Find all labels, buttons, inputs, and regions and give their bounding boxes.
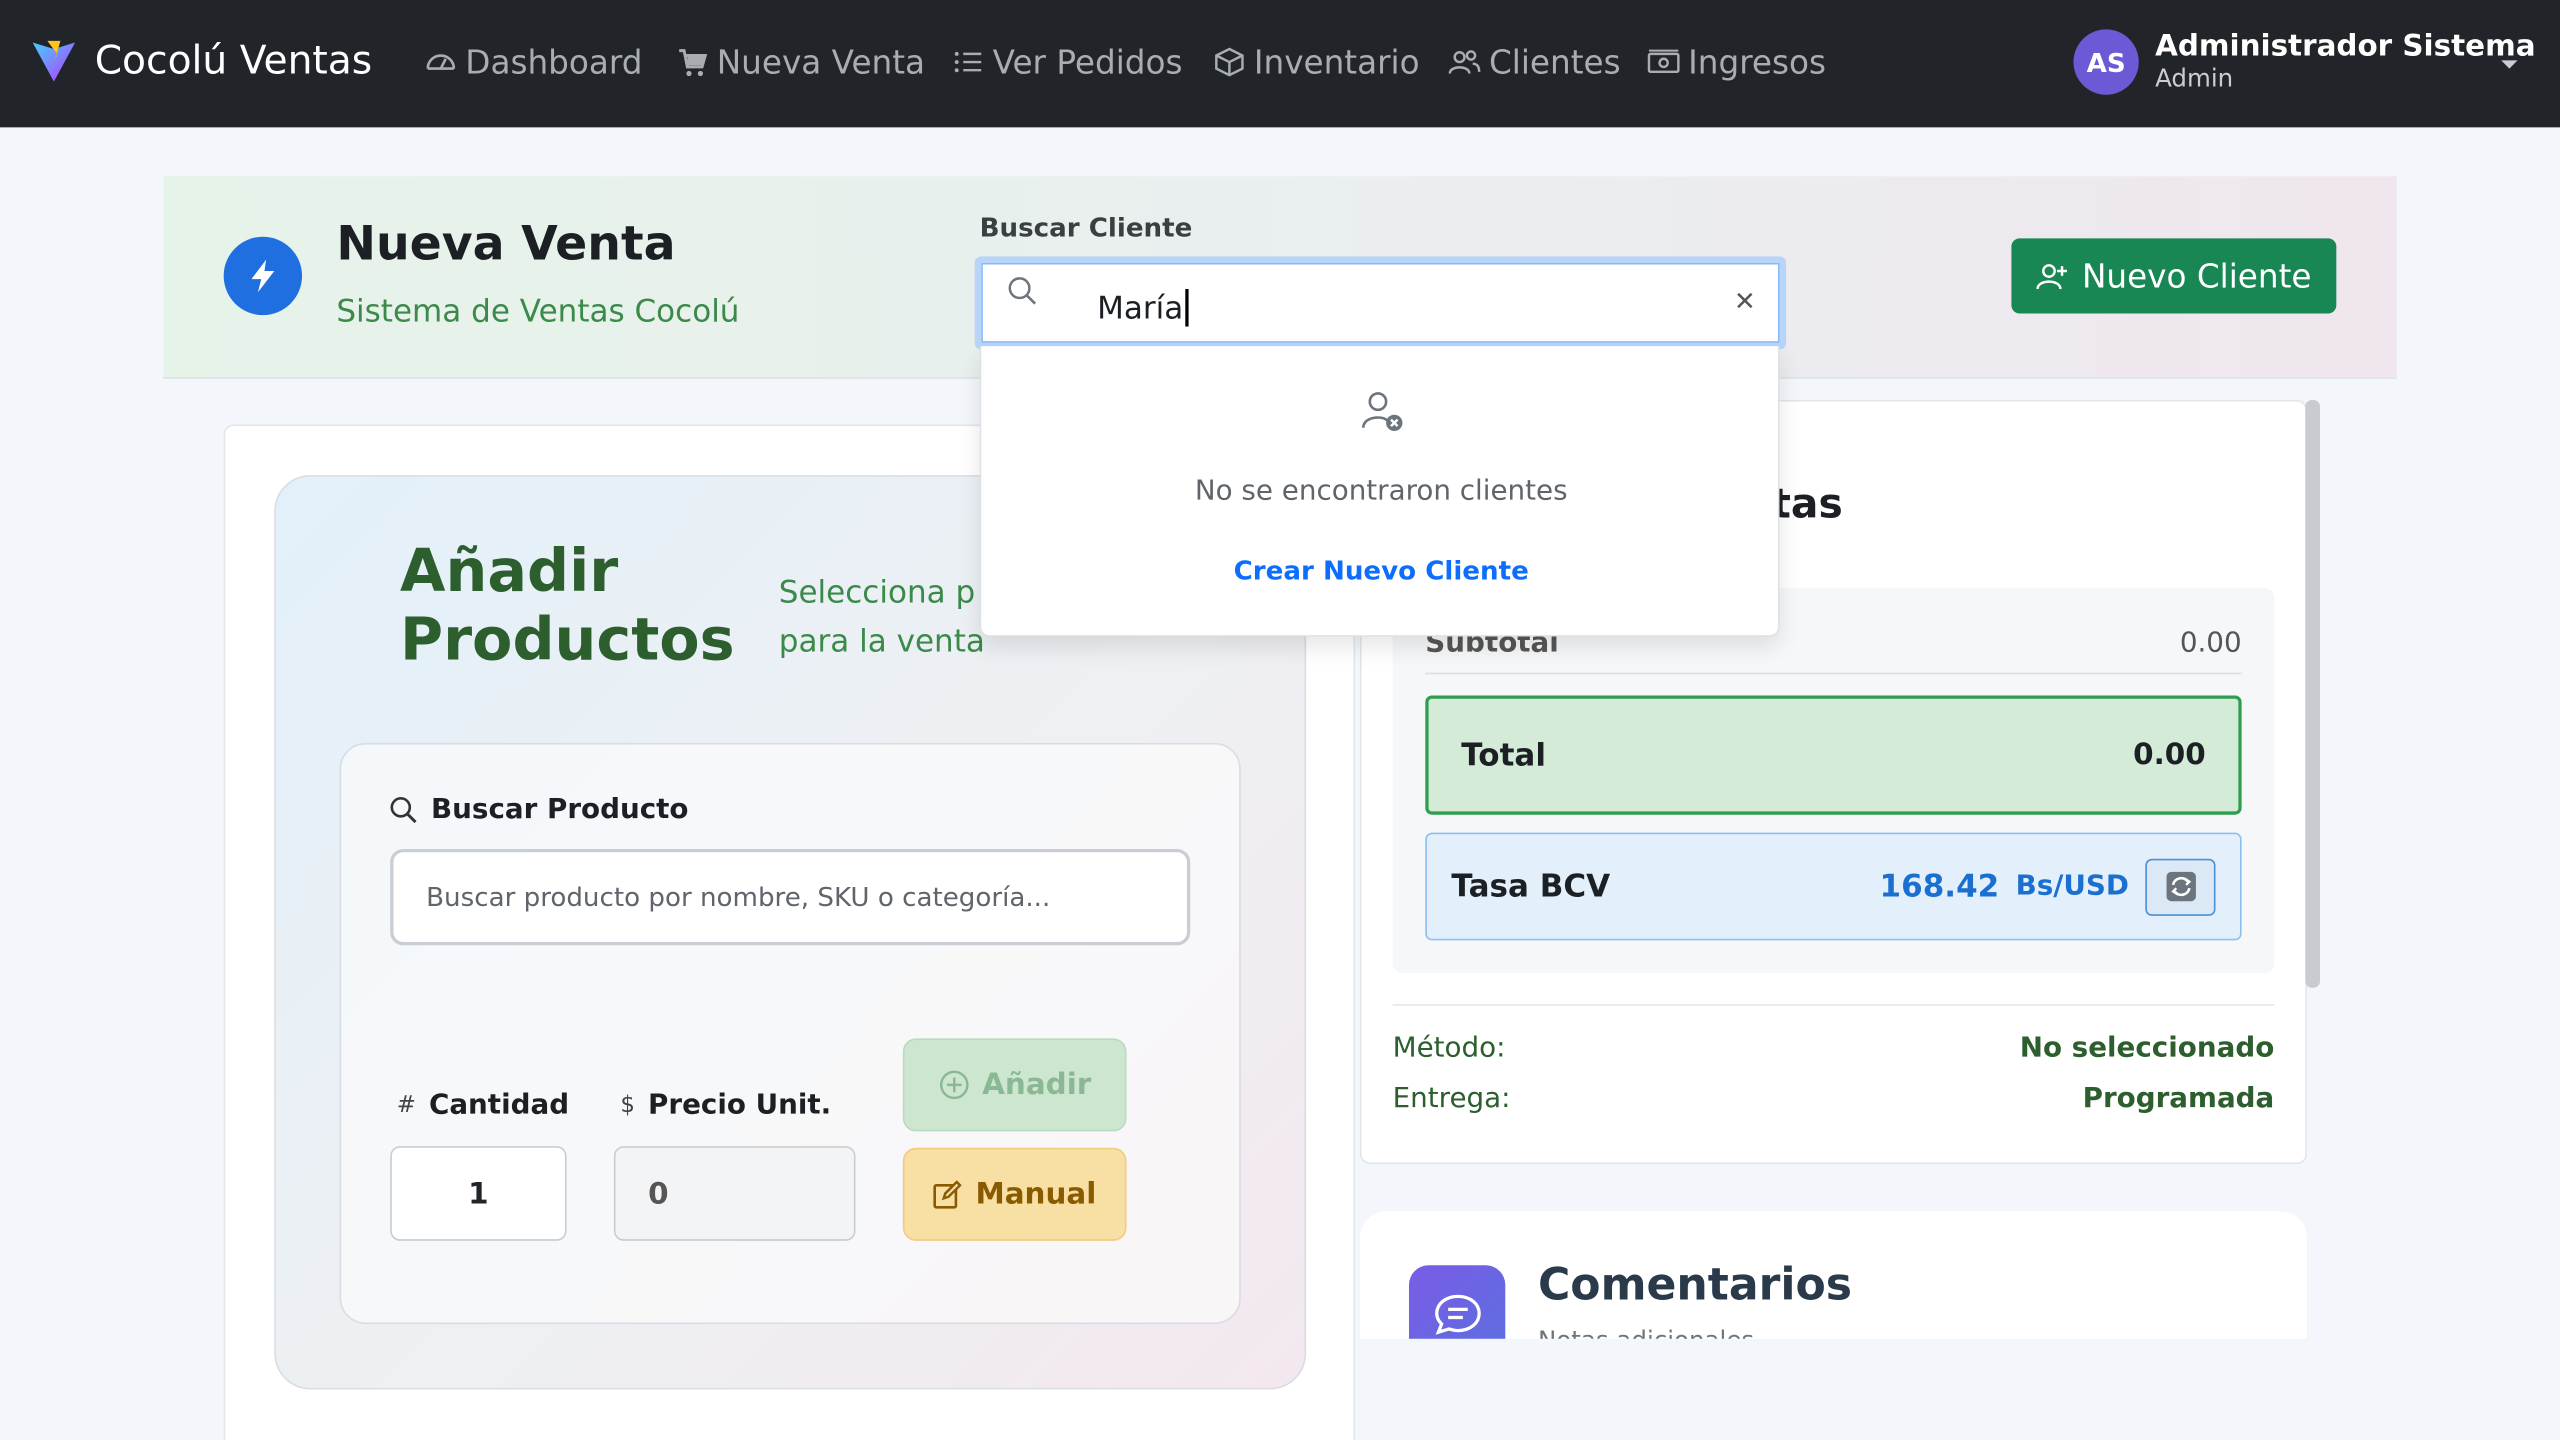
person-add-icon	[2036, 260, 2069, 293]
comments-title: Comentarios	[1537, 1260, 1853, 1312]
nav-nueva-venta[interactable]: Nueva Venta	[676, 42, 926, 82]
avatar: AS	[2073, 29, 2139, 95]
new-client-label: Nuevo Cliente	[2081, 256, 2312, 296]
create-client-link[interactable]: Crear Nuevo Cliente	[981, 555, 1781, 586]
logo-icon	[29, 36, 78, 85]
product-search-label-text: Buscar Producto	[431, 793, 689, 827]
nav-label: Dashboard	[465, 42, 643, 82]
brand[interactable]: Cocolú Ventas	[29, 36, 372, 85]
user-menu[interactable]: AS Administrador Sistema Admin	[2073, 29, 2536, 95]
nav-label: Nueva Venta	[716, 42, 926, 82]
text-cursor	[1184, 288, 1189, 327]
no-results-message: No se encontraron clientes	[1194, 475, 1568, 508]
new-client-button[interactable]: Nuevo Cliente	[2011, 238, 2337, 314]
user-role: Admin	[2155, 63, 2234, 94]
client-search-field[interactable]: María ✕	[981, 262, 1780, 343]
nav-label: Clientes	[1488, 42, 1621, 82]
quantity-field[interactable]: 1	[390, 1146, 567, 1241]
subtotal-value: 0.00	[2179, 626, 2242, 660]
plus-circle-icon	[938, 1069, 969, 1100]
exchange-rate-label: Tasa BCV	[1451, 868, 1611, 905]
client-search-value[interactable]: María	[1097, 288, 1189, 327]
manual-product-label: Manual	[975, 1177, 1097, 1212]
page-title: Nueva Venta	[336, 215, 676, 272]
total-label: Total	[1461, 737, 1546, 774]
total-value: 0.00	[2133, 737, 2206, 773]
list-icon	[952, 46, 985, 79]
product-search-input[interactable]	[390, 848, 1191, 946]
payment-method-row: Método: No seleccionado	[1393, 1032, 2275, 1065]
exchange-rate-value: 168.42	[1879, 868, 2000, 905]
dollar-icon: $	[620, 1092, 635, 1119]
add-products-title: Añadir Productos	[399, 538, 735, 675]
client-search-input[interactable]: María ✕	[974, 256, 1787, 350]
user-name: Administrador Sistema	[2155, 29, 2536, 64]
scrollbar[interactable]	[2305, 399, 2320, 988]
box-icon	[1213, 46, 1246, 79]
total-row: Total 0.00	[1425, 695, 2242, 815]
top-navbar: Cocolú Ventas Dashboard Nueva Venta Ver …	[0, 0, 2560, 128]
price-label-text: Precio Unit.	[648, 1088, 832, 1122]
delivery-label: Entrega:	[1392, 1082, 1511, 1116]
client-search-text: María	[1097, 289, 1184, 326]
close-icon[interactable]: ✕	[1734, 286, 1756, 317]
payment-method-value: No seleccionado	[2019, 1031, 2275, 1065]
nav-label: Ver Pedidos	[992, 42, 1183, 82]
page-background	[1359, 1338, 2397, 1440]
refresh-icon	[2164, 870, 2197, 903]
nav-ver-pedidos[interactable]: Ver Pedidos	[952, 42, 1183, 82]
payment-method-label: Método:	[1392, 1031, 1506, 1065]
hash-icon: #	[396, 1092, 416, 1119]
exchange-rate-unit: Bs/USD	[2015, 870, 2129, 903]
add-products-subtitle: Selecciona p para la venta	[778, 574, 985, 660]
search-icon	[389, 795, 418, 824]
cart-icon	[676, 46, 709, 79]
client-search-dropdown: No se encontraron clientes Crear Nuevo C…	[979, 346, 1781, 637]
brand-name: Cocolú Ventas	[94, 37, 373, 84]
nav-dashboard[interactable]: Dashboard	[424, 42, 643, 82]
lightning-icon	[223, 236, 303, 316]
nav-label: Ingresos	[1688, 42, 1827, 82]
nav-clientes[interactable]: Clientes	[1448, 42, 1621, 82]
cash-icon	[1647, 46, 1680, 79]
summary-title: tas	[1771, 479, 1843, 528]
person-x-icon	[1360, 389, 1406, 435]
search-icon	[1006, 274, 1039, 307]
unit-price-field[interactable]: 0	[613, 1146, 856, 1241]
nav-label: Inventario	[1253, 42, 1420, 82]
delivery-row: Entrega: Programada	[1393, 1082, 2275, 1115]
gauge-icon	[424, 46, 457, 79]
client-search-label: Buscar Cliente	[979, 212, 1193, 244]
delivery-value: Programada	[2082, 1082, 2275, 1116]
price-label: $ Precio Unit.	[620, 1089, 831, 1122]
quantity-label-text: Cantidad	[428, 1088, 570, 1122]
divider	[1392, 1004, 2275, 1006]
manual-product-button[interactable]: Manual	[902, 1147, 1127, 1241]
page-subtitle: Sistema de Ventas Cocolú	[336, 293, 740, 330]
nav-ingresos[interactable]: Ingresos	[1647, 42, 1827, 82]
exchange-rate-row: Tasa BCV 168.42 Bs/USD	[1425, 832, 2242, 941]
nav-inventario[interactable]: Inventario	[1213, 42, 1420, 82]
people-icon	[1448, 46, 1481, 79]
product-search-label: Buscar Producto	[389, 793, 689, 826]
add-product-label: Añadir	[982, 1067, 1092, 1103]
quantity-label: # Cantidad	[397, 1089, 569, 1122]
add-product-button[interactable]: Añadir	[902, 1038, 1127, 1132]
edit-icon	[933, 1179, 963, 1209]
chevron-down-icon[interactable]	[2501, 60, 2518, 69]
refresh-rate-button[interactable]	[2145, 857, 2216, 916]
